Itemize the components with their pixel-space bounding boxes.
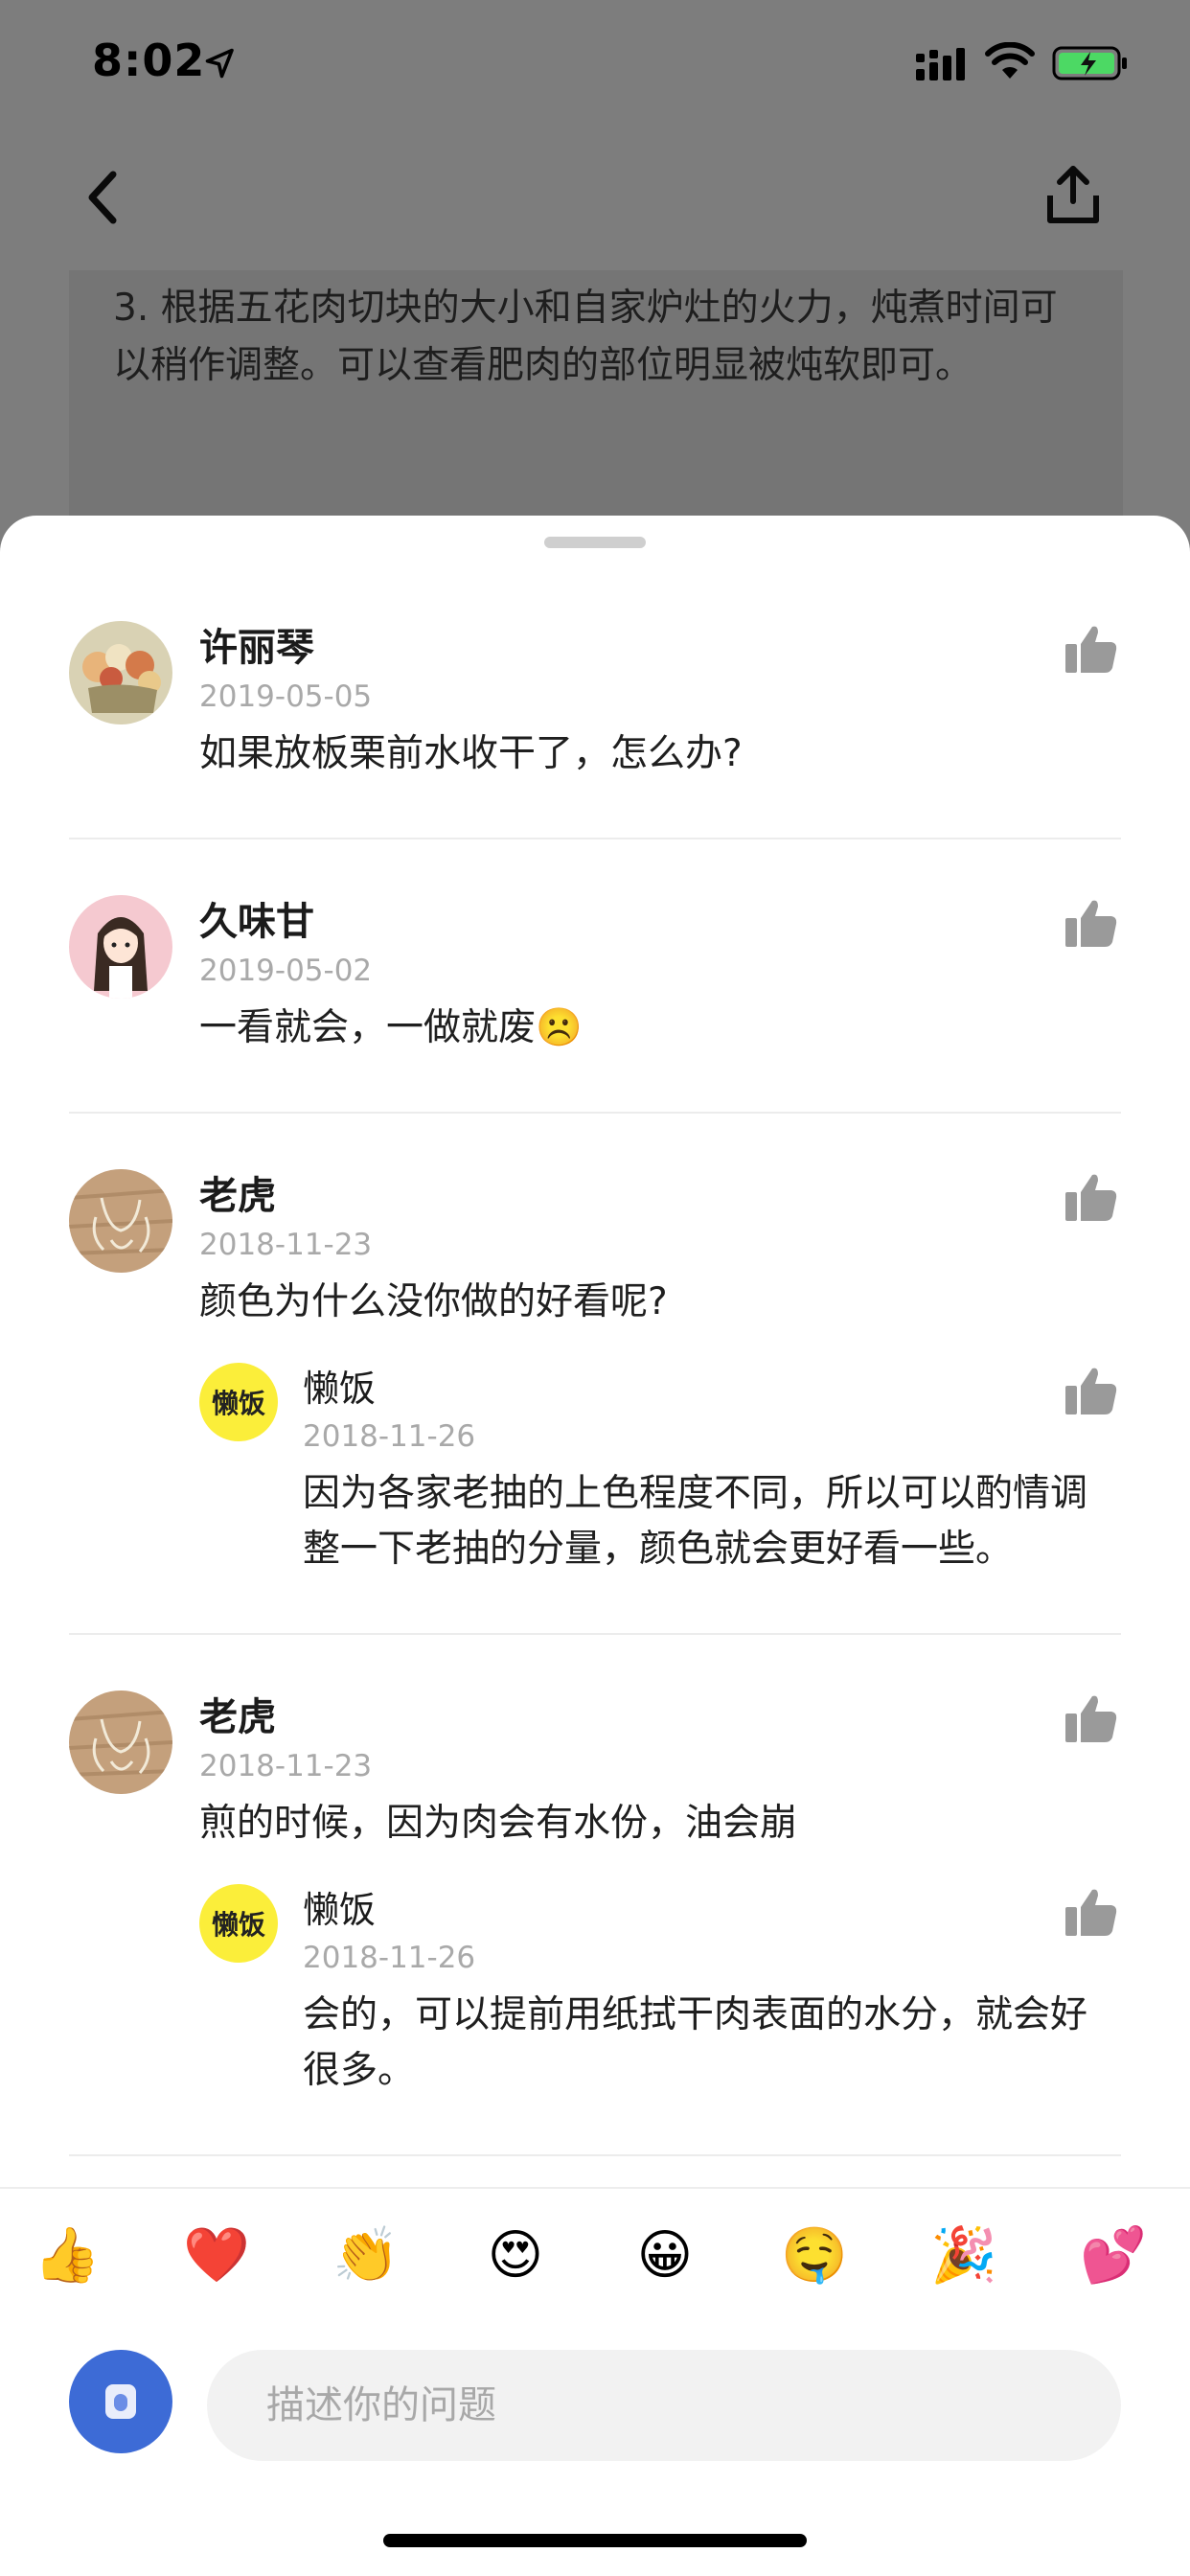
thumbs-up-icon[interactable] bbox=[1064, 897, 1119, 949]
reply-date: 2018-11-26 bbox=[303, 1941, 476, 1975]
question-input[interactable] bbox=[207, 2350, 1121, 2461]
battery-charging-icon bbox=[1052, 46, 1127, 80]
drop-icon bbox=[114, 2394, 127, 2411]
user-avatar[interactable] bbox=[69, 895, 172, 999]
comment-text: 一看就会，一做就废☹️ bbox=[199, 1006, 583, 1049]
comment-text: 煎的时候，因为肉会有水份，油会崩 bbox=[199, 1802, 798, 1845]
comment-composer bbox=[0, 2331, 1190, 2576]
comment-text: 如果放板栗前水收干了，怎么办? bbox=[199, 732, 743, 775]
emoji-heart[interactable]: ❤️ bbox=[182, 2221, 251, 2290]
ask-question-button[interactable] bbox=[69, 2350, 172, 2453]
thumbs-up-icon[interactable] bbox=[1064, 1365, 1119, 1416]
reply-item: 懒饭 懒饭 2018-11-26 因为各家老抽的上色程度不同，所以可以酌情调整一… bbox=[199, 1363, 1121, 1577]
comment-date: 2018-11-23 bbox=[199, 1228, 373, 1262]
emoji-heart-eyes[interactable]: 😍 bbox=[481, 2221, 550, 2290]
user-avatar[interactable] bbox=[69, 1169, 172, 1273]
author-badge-avatar[interactable]: 懒饭 bbox=[199, 1884, 278, 1963]
comment-item: 老虎 2018-11-23 煎的时候，因为肉会有水份，油会崩 懒饭 懒饭 201… bbox=[69, 1690, 1121, 2156]
comment-date: 2019-05-05 bbox=[199, 679, 373, 714]
screen: 8:02 3. 根据五花肉切块的大小和自家炉灶的火力，炖煮时间可以稍作调整。可以… bbox=[0, 0, 1190, 2576]
location-arrow-icon bbox=[205, 48, 234, 79]
comment-list: 许丽琴 2019-05-05 如果放板栗前水收干了，怎么办? 久味甘 2019-… bbox=[69, 621, 1121, 2156]
reply-text: 因为各家老抽的上色程度不同，所以可以酌情调整一下老抽的分量，颜色就会更好看一些。 bbox=[303, 1472, 1088, 1571]
comment-item: 许丽琴 2019-05-05 如果放板栗前水收干了，怎么办? bbox=[69, 621, 1121, 840]
emoji-reaction-bar: 👍 ❤️ 👏 😍 😀 🤤 🎉 💕 bbox=[0, 2187, 1190, 2331]
flowers-avatar-icon bbox=[69, 621, 172, 724]
home-indicator bbox=[383, 2534, 807, 2547]
girl-avatar-icon bbox=[69, 895, 172, 999]
emoji-party[interactable]: 🎉 bbox=[929, 2221, 998, 2290]
reply-author[interactable]: 懒饭 bbox=[303, 1363, 1121, 1414]
thumbs-up-icon[interactable] bbox=[1064, 1692, 1119, 1744]
sheet-grabber[interactable] bbox=[544, 537, 646, 548]
status-time: 8:02 bbox=[92, 34, 206, 86]
reply-date: 2018-11-26 bbox=[303, 1419, 476, 1454]
comment-author[interactable]: 久味甘 bbox=[199, 895, 1121, 949]
thumbs-up-icon[interactable] bbox=[1064, 1886, 1119, 1938]
recipe-step-text: 3. 根据五花肉切块的大小和自家炉灶的火力，炖煮时间可以稍作调整。可以查看肥肉的… bbox=[113, 287, 1058, 387]
emoji-drool[interactable]: 🤤 bbox=[780, 2221, 849, 2290]
sketch-avatar-icon bbox=[69, 1169, 172, 1273]
comment-text: 颜色为什么没你做的好看呢? bbox=[199, 1280, 668, 1323]
comment-date: 2018-11-23 bbox=[199, 1749, 373, 1783]
comment-item: 久味甘 2019-05-02 一看就会，一做就废☹️ bbox=[69, 895, 1121, 1114]
comment-author[interactable]: 老虎 bbox=[199, 1690, 1121, 1744]
author-badge-avatar[interactable]: 懒饭 bbox=[199, 1363, 278, 1441]
reply-text: 会的，可以提前用纸拭干肉表面的水分，就会好很多。 bbox=[303, 1993, 1088, 2092]
user-avatar[interactable] bbox=[69, 1690, 172, 1794]
user-avatar[interactable] bbox=[69, 621, 172, 724]
cellular-signal-icon bbox=[916, 48, 965, 80]
thumbs-up-icon[interactable] bbox=[1064, 623, 1119, 675]
emoji-clap[interactable]: 👏 bbox=[332, 2221, 400, 2290]
comment-author[interactable]: 老虎 bbox=[199, 1169, 1121, 1223]
reply-item: 懒饭 懒饭 2018-11-26 会的，可以提前用纸拭干肉表面的水分，就会好很多… bbox=[199, 1884, 1121, 2099]
comment-date: 2019-05-02 bbox=[199, 954, 373, 988]
reply-author[interactable]: 懒饭 bbox=[303, 1884, 1121, 1936]
share-upload-icon[interactable] bbox=[1044, 163, 1102, 226]
emoji-thumbs-up[interactable]: 👍 bbox=[33, 2221, 102, 2290]
emoji-two-hearts[interactable]: 💕 bbox=[1079, 2221, 1148, 2290]
comment-author[interactable]: 许丽琴 bbox=[199, 621, 1121, 675]
thumbs-up-icon[interactable] bbox=[1064, 1171, 1119, 1223]
back-chevron-icon[interactable] bbox=[82, 169, 121, 226]
emoji-grin[interactable]: 😀 bbox=[630, 2221, 699, 2290]
status-bar: 8:02 bbox=[0, 0, 1190, 125]
comment-item: 老虎 2018-11-23 颜色为什么没你做的好看呢? 懒饭 懒饭 2018-1… bbox=[69, 1169, 1121, 1635]
sketch-avatar-icon bbox=[69, 1690, 172, 1794]
wifi-icon bbox=[985, 42, 1035, 79]
